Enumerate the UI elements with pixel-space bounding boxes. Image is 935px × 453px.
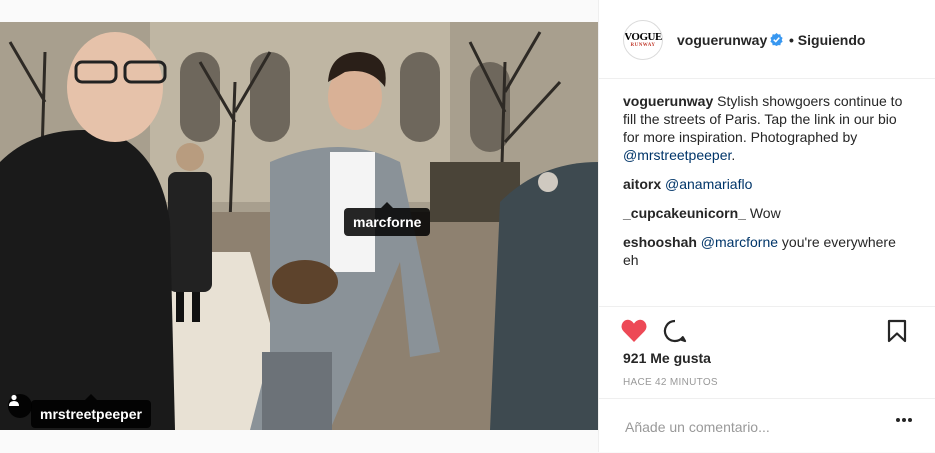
post-card: marcforne mrstreetpeeper VOGUE RUNWAY vo… (0, 0, 935, 452)
caption: voguerunway Stylish showgoers continue t… (623, 92, 915, 164)
avatar-text: VOGUE (624, 30, 662, 43)
user-tag-icon[interactable] (8, 394, 32, 418)
separator-dot: • (789, 32, 794, 48)
caption-username[interactable]: voguerunway (623, 93, 713, 109)
action-bar (599, 306, 935, 343)
comment-icon[interactable] (663, 319, 687, 343)
post-side-panel: VOGUE RUNWAY voguerunway • Siguiendo vog… (598, 0, 935, 452)
bookmark-icon[interactable] (887, 319, 907, 343)
post-timestamp[interactable]: HACE 42 MINUTOS (623, 377, 718, 388)
add-comment-bar (599, 398, 935, 453)
caption-mention[interactable]: @mrstreetpeeper (623, 147, 731, 163)
comments-list: voguerunway Stylish showgoers continue t… (623, 92, 915, 280)
photo-tag-label: marcforne (353, 214, 422, 230)
avatar[interactable]: VOGUE RUNWAY (623, 20, 663, 60)
person-icon (9, 394, 19, 406)
comment-item: _cupcakeunicorn_ Wow (623, 204, 915, 222)
photo-tag-marcforne[interactable]: marcforne (344, 202, 431, 236)
following-button[interactable]: • Siguiendo (789, 32, 865, 48)
more-options-icon[interactable] (895, 417, 913, 423)
photo-tag-mrstreetpeeper[interactable]: mrstreetpeeper (31, 394, 151, 428)
comment-item: aitorx @anamariaflo (623, 175, 915, 193)
comment-text: Wow (749, 205, 781, 221)
comment-username[interactable]: eshooshah (623, 234, 697, 250)
avatar-subtext: RUNWAY (630, 42, 656, 48)
heart-icon[interactable] (621, 319, 647, 343)
comment-item: eshooshah @marcforne you're everywhere e… (623, 233, 915, 269)
comment-username[interactable]: aitorx (623, 176, 661, 192)
comment-mention[interactable]: @anamariaflo (665, 176, 752, 192)
street-style-photo (0, 22, 598, 430)
username-link[interactable]: voguerunway (677, 32, 767, 48)
verified-badge-icon (770, 33, 783, 46)
photo-tag-label: mrstreetpeeper (40, 406, 142, 422)
caption-end: . (731, 147, 736, 163)
comment-input[interactable] (623, 415, 887, 439)
following-label: Siguiendo (797, 32, 866, 48)
comment-username[interactable]: _cupcakeunicorn_ (623, 205, 746, 221)
post-header: VOGUE RUNWAY voguerunway • Siguiendo (599, 0, 935, 79)
comment-mention[interactable]: @marcforne (701, 234, 778, 250)
like-count[interactable]: 921 Me gusta (623, 350, 711, 366)
post-photo[interactable]: marcforne mrstreetpeeper (0, 22, 598, 430)
